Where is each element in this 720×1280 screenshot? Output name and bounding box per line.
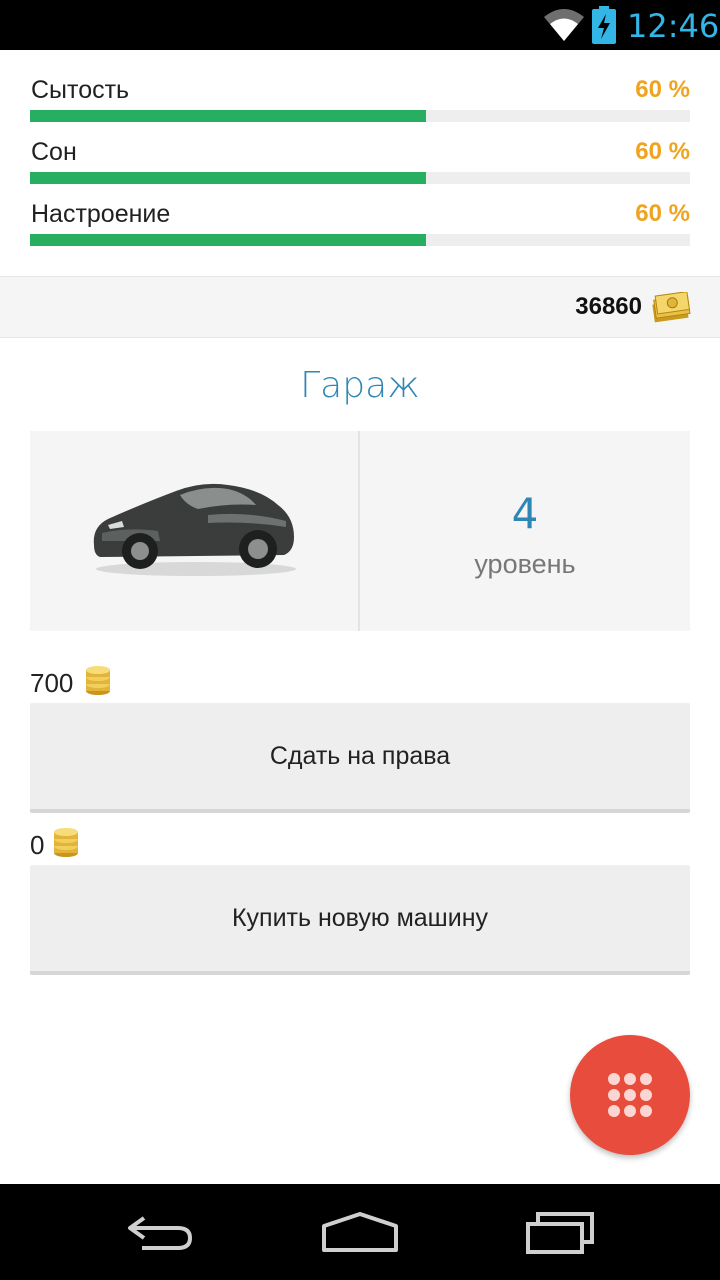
wifi-icon	[544, 9, 584, 41]
recents-icon	[526, 1212, 594, 1254]
stat-label: Сон	[31, 138, 77, 166]
get-license-button[interactable]: Сдать на права	[30, 703, 690, 813]
level-label: уровень	[474, 549, 576, 579]
coins-icon	[54, 828, 78, 857]
progress-bar	[30, 234, 690, 246]
recents-button[interactable]	[480, 1184, 640, 1280]
home-button[interactable]	[280, 1184, 440, 1280]
status-bar: 12:46	[0, 0, 720, 50]
stat-mood: Настроение 60 %	[30, 174, 690, 246]
coins-icon	[86, 666, 110, 695]
battery-charging-icon	[592, 6, 616, 44]
stat-value: 60 %	[635, 200, 690, 227]
button-label: Сдать на права	[269, 742, 451, 770]
stat-value: 60 %	[635, 76, 690, 103]
cost-new-car: 0	[30, 826, 90, 862]
stat-label: Настроение	[31, 200, 171, 228]
grid-menu-icon	[608, 1073, 652, 1117]
stat-value: 60 %	[635, 138, 690, 165]
stat-satiety: Сытость 60 %	[30, 50, 690, 122]
progress-fill	[30, 234, 426, 246]
home-icon	[322, 1212, 398, 1252]
buy-new-car-button[interactable]: Купить новую машину	[30, 865, 690, 975]
status-time: 12:46	[627, 7, 720, 45]
garage-title: Гараж	[300, 365, 420, 406]
cost-value: 0	[30, 830, 45, 860]
navigation-bar	[0, 1184, 720, 1280]
car-image	[93, 483, 296, 576]
button-label: Купить новую машину	[231, 904, 489, 932]
back-icon	[128, 1216, 193, 1250]
money-strip: 36860	[0, 276, 720, 338]
cash-icon	[652, 292, 691, 323]
menu-fab-button[interactable]	[570, 1035, 690, 1155]
back-button[interactable]	[80, 1184, 240, 1280]
level-value: 4	[511, 489, 539, 538]
garage-panel: 4 уровень	[30, 431, 690, 631]
cost-value: 700	[30, 668, 74, 698]
cost-license: 700	[30, 664, 120, 700]
stat-sleep: Сон 60 %	[30, 112, 690, 184]
stat-label: Сытость	[31, 76, 130, 104]
money-amount: 36860	[575, 293, 642, 320]
